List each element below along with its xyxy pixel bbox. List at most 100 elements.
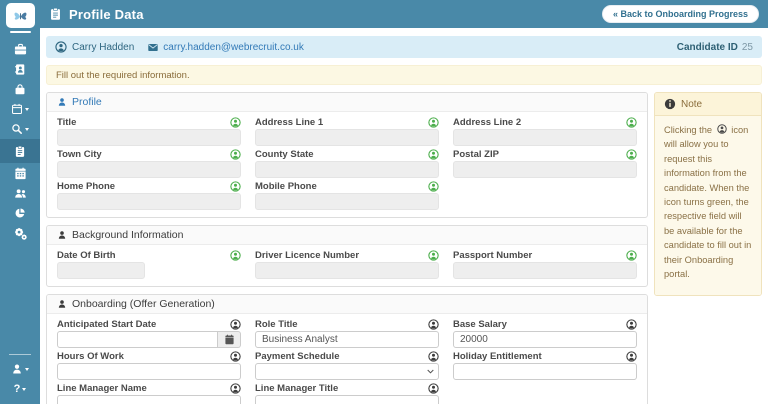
field-label: Passport Number [453, 249, 533, 261]
request-from-candidate-icon[interactable] [626, 249, 637, 261]
field-label: Holiday Entitlement [453, 350, 542, 362]
note-text-after: icon will allow you to request this info… [664, 125, 752, 280]
calendar-icon [14, 167, 27, 180]
sidebar-item-help[interactable]: ? [0, 379, 40, 399]
role-title-input[interactable] [255, 331, 439, 348]
sidebar-item-calendar-menu[interactable] [0, 99, 40, 119]
columns: Profile Title Address Line 1 Address Line 2… [46, 92, 762, 404]
select-wrap [255, 363, 439, 380]
sidebar-item-calendar[interactable] [0, 163, 40, 183]
payment-schedule-select[interactable] [255, 363, 439, 380]
section-body: Date Of Birth Driver Licence Number Passpo… [47, 245, 647, 286]
candidate-email-link[interactable]: carry.hadden@webrecruit.co.uk [147, 42, 304, 53]
driver-licence-number-input [255, 262, 439, 279]
date-of-birth-input [57, 262, 146, 279]
request-from-candidate-icon[interactable] [626, 318, 637, 330]
pie-chart-icon [14, 207, 26, 219]
clipboard-icon [14, 145, 26, 158]
request-from-candidate-icon[interactable] [428, 148, 439, 160]
envelope-icon [147, 42, 159, 53]
candidate-id-value: 25 [741, 41, 753, 53]
main-area: Profile Data « Back to Onboarding Progre… [40, 0, 768, 404]
sidebar-item-users[interactable] [0, 183, 40, 203]
sidebar-item-address-book[interactable] [0, 59, 40, 79]
back-to-onboarding-button[interactable]: « Back to Onboarding Progress [601, 5, 759, 23]
sidebar-item-profile-data[interactable] [0, 139, 40, 163]
cogs-icon [14, 227, 27, 240]
section-title: Profile [72, 96, 102, 108]
request-from-candidate-icon[interactable] [428, 350, 439, 362]
section-header: Profile [47, 93, 647, 112]
field-label: Base Salary [453, 318, 507, 330]
line-manager-name-input[interactable] [57, 395, 241, 404]
request-from-candidate-icon[interactable] [230, 180, 241, 192]
field-label: County State [255, 148, 314, 160]
field-label: Mobile Phone [255, 180, 317, 192]
field-role-title: Role Title [255, 319, 439, 348]
bag-icon [14, 83, 26, 96]
person-icon [57, 97, 67, 107]
sidebar-item-cogs[interactable] [0, 223, 40, 243]
caret-down-icon [25, 107, 29, 111]
request-from-candidate-icon[interactable] [428, 180, 439, 192]
user-circle-icon [55, 41, 67, 53]
person-icon [57, 299, 67, 309]
briefcase-icon [14, 43, 27, 56]
field-label: Postal ZIP [453, 148, 499, 160]
base-salary-input[interactable] [453, 331, 637, 348]
sidebar-item-briefcase[interactable] [0, 39, 40, 59]
field-label: Role Title [255, 318, 298, 330]
mobile-phone-input [255, 193, 439, 210]
request-from-candidate-icon[interactable] [230, 249, 241, 261]
anticipated-start-date-input[interactable] [57, 331, 218, 348]
title-input [57, 129, 241, 146]
sidebar-item-search-menu[interactable] [0, 119, 40, 139]
request-from-candidate-icon[interactable] [428, 116, 439, 128]
note-header: Note [655, 93, 761, 116]
section-header: Background Information [47, 226, 647, 245]
sidebar-item-account[interactable] [0, 359, 40, 379]
field-payment-schedule: Payment Schedule [255, 351, 439, 380]
county-state-input [255, 161, 439, 178]
note-column: Note Clicking the icon will allow you to… [654, 92, 762, 303]
section-title: Onboarding (Offer Generation) [72, 298, 215, 310]
section-body: Anticipated Start Date Role Title Base Sal… [47, 314, 647, 404]
home-phone-input [57, 193, 241, 210]
sidebar-bottom: ? [0, 349, 40, 404]
note-panel: Note Clicking the icon will allow you to… [654, 92, 762, 297]
field-anticipated-start-date: Anticipated Start Date [57, 319, 241, 348]
request-from-candidate-icon[interactable] [428, 318, 439, 330]
field-base-salary: Base Salary [453, 319, 637, 348]
section-panel-profile: Profile Title Address Line 1 Address Line 2… [46, 92, 648, 218]
field-line-manager-title: Line Manager Title [255, 383, 439, 404]
topbar: Profile Data « Back to Onboarding Progre… [40, 0, 768, 28]
date-input-group [57, 331, 241, 348]
request-from-candidate-icon[interactable] [626, 148, 637, 160]
request-from-candidate-icon[interactable] [626, 350, 637, 362]
field-holiday-entitlement: Holiday Entitlement [453, 351, 637, 380]
date-picker-button[interactable] [218, 331, 241, 348]
sidebar-item-pie-chart[interactable] [0, 203, 40, 223]
sidebar-item-bag[interactable] [0, 79, 40, 99]
holiday-entitlement-input[interactable] [453, 363, 637, 380]
users-icon [14, 187, 27, 200]
question-icon: ? [13, 382, 21, 395]
request-from-candidate-icon[interactable] [428, 249, 439, 261]
app-logo[interactable] [5, 3, 35, 28]
butterfly-logo-icon [11, 8, 30, 24]
candidate-id-label: Candidate ID [676, 41, 738, 53]
request-from-candidate-icon[interactable] [428, 382, 439, 394]
line-manager-title-input[interactable] [255, 395, 439, 404]
field-label: Line Manager Name [57, 382, 147, 394]
candidate-bar: Carry Hadden carry.hadden@webrecruit.co.… [46, 36, 762, 58]
request-from-candidate-icon[interactable] [230, 148, 241, 160]
field-postal-zip: Postal ZIP [453, 149, 637, 178]
field-hours-of-work: Hours Of Work [57, 351, 241, 380]
request-from-candidate-icon[interactable] [230, 350, 241, 362]
hours-of-work-input[interactable] [57, 363, 241, 380]
request-from-candidate-icon[interactable] [230, 382, 241, 394]
request-from-candidate-icon[interactable] [626, 116, 637, 128]
request-from-candidate-icon[interactable] [230, 318, 241, 330]
field-label: Date Of Birth [57, 249, 116, 261]
request-from-candidate-icon[interactable] [230, 116, 241, 128]
